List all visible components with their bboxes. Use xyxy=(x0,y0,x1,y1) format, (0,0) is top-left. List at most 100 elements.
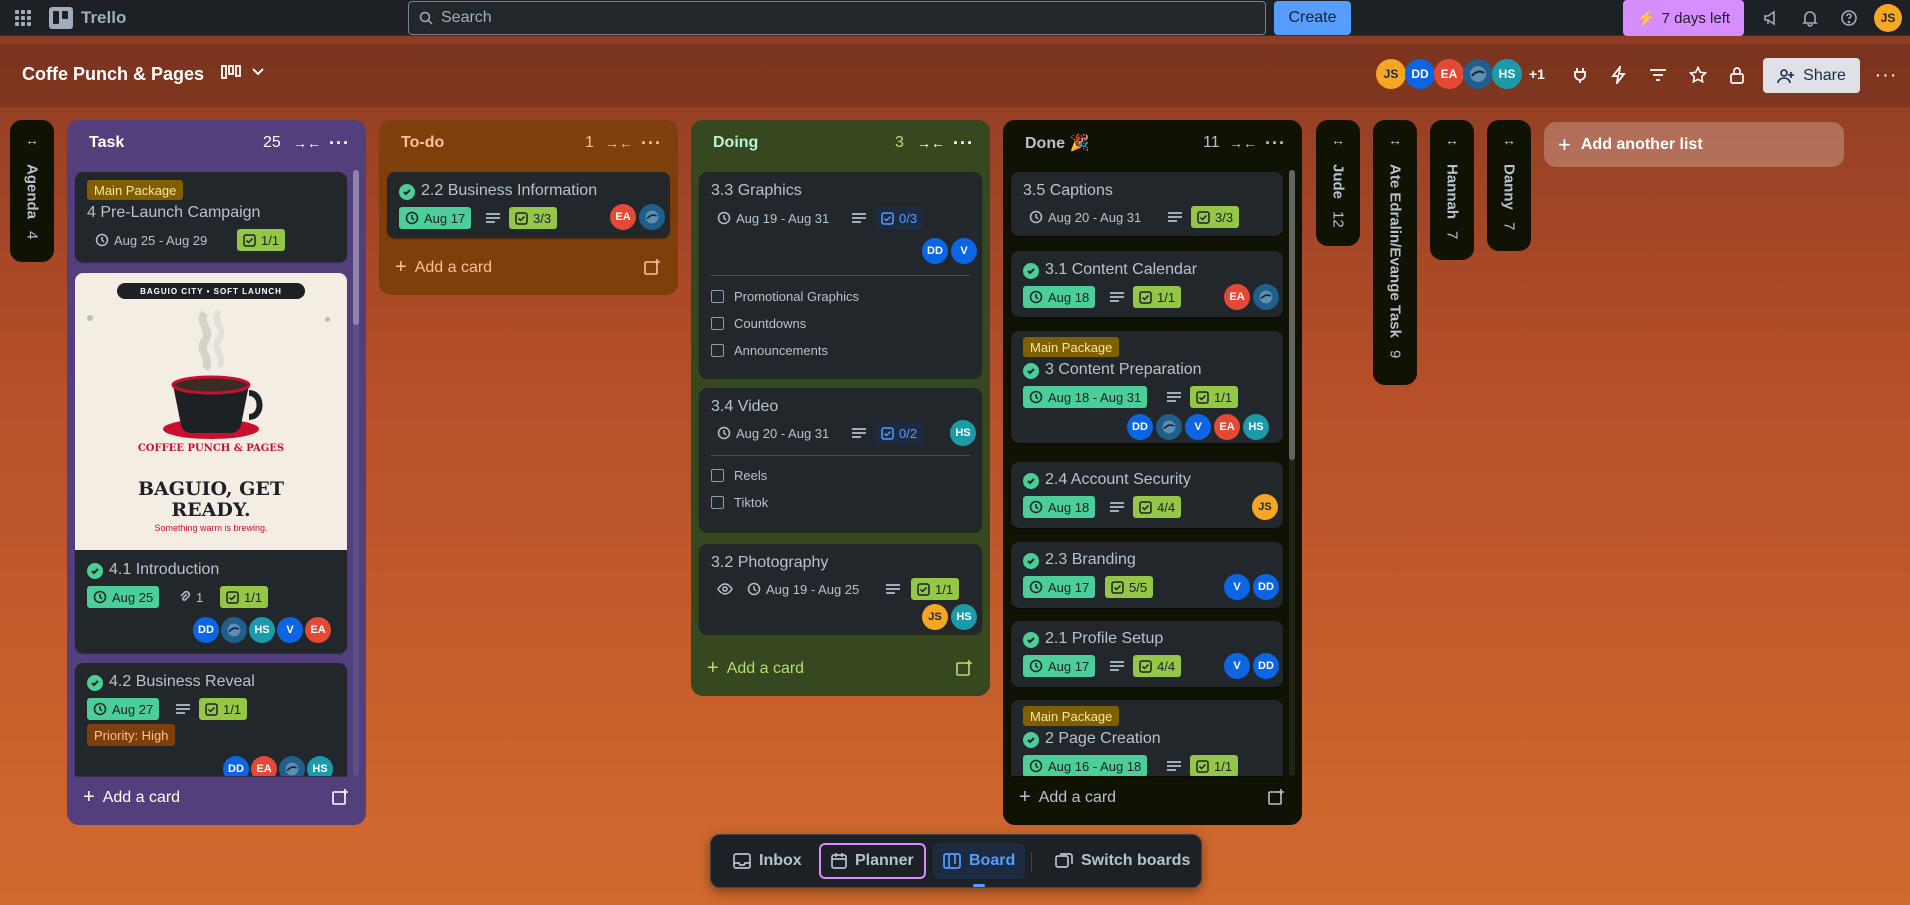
member-avatar[interactable]: HS xyxy=(307,756,333,776)
checkbox-icon[interactable] xyxy=(711,344,724,357)
trial-button[interactable]: ⚡ 7 days left xyxy=(1623,0,1744,36)
member-avatar[interactable]: HS xyxy=(951,604,977,630)
list-menu-icon[interactable]: ··· xyxy=(641,133,662,154)
member-avatar-photo[interactable] xyxy=(279,756,305,776)
list-menu-icon[interactable]: ··· xyxy=(329,133,350,154)
more-icon[interactable]: ··· xyxy=(1875,64,1897,86)
checklist-item[interactable]: Tiktok xyxy=(711,495,768,510)
member-avatar[interactable]: JS xyxy=(1376,59,1406,89)
member-avatar[interactable]: V xyxy=(1224,653,1250,679)
member-avatar-photo[interactable] xyxy=(1463,59,1493,89)
card-graphics[interactable]: 3.3 Graphics Aug 19 - Aug 31 0/3 DD V Pr… xyxy=(699,172,982,378)
expand-icon[interactable]: ↔ xyxy=(10,132,54,148)
member-avatar-photo[interactable] xyxy=(221,617,247,643)
board-title[interactable]: Coffe Punch & Pages xyxy=(22,64,204,85)
card-branding[interactable]: 2.3 Branding Aug 17 5/5 V DD xyxy=(1011,542,1283,608)
card-content-calendar[interactable]: 3.1 Content Calendar Aug 18 1/1 EA xyxy=(1011,251,1283,317)
checklist-item[interactable]: Promotional Graphics xyxy=(711,289,859,304)
expand-icon[interactable]: ↔ xyxy=(1487,132,1531,148)
create-from-template-icon[interactable] xyxy=(331,788,349,806)
share-button[interactable]: Share xyxy=(1763,58,1860,93)
automation-icon[interactable] xyxy=(1609,65,1629,85)
collapse-icon[interactable]: →← xyxy=(917,135,945,151)
collapsed-list-agenda[interactable]: ↔ Agenda 4 xyxy=(10,120,54,262)
member-avatar[interactable]: V xyxy=(1224,574,1250,600)
user-avatar[interactable]: JS xyxy=(1874,4,1902,32)
member-avatar[interactable]: EA xyxy=(1224,284,1250,310)
member-avatar[interactable]: DD xyxy=(223,756,249,776)
view-switcher[interactable] xyxy=(221,64,265,80)
add-card-button[interactable]: + Add a card xyxy=(395,256,492,279)
add-list-button[interactable]: + Add another list xyxy=(1544,122,1844,167)
expand-icon[interactable]: ↔ xyxy=(1373,132,1417,148)
card-page-creation[interactable]: Main Package 2 Page Creation Aug 16 - Au… xyxy=(1011,700,1283,776)
member-avatar[interactable]: V xyxy=(951,238,977,264)
list-menu-icon[interactable]: ··· xyxy=(953,133,974,154)
member-avatar[interactable]: DD xyxy=(1253,653,1279,679)
list-scrollbar[interactable] xyxy=(1289,170,1295,776)
megaphone-icon[interactable] xyxy=(1761,8,1781,28)
card-captions[interactable]: 3.5 Captions Aug 20 - Aug 31 3/3 xyxy=(1011,172,1283,236)
checklist-item[interactable]: Countdowns xyxy=(711,316,806,331)
extra-members-count[interactable]: +1 xyxy=(1529,66,1545,82)
member-avatar[interactable]: HS xyxy=(249,617,275,643)
lock-icon[interactable] xyxy=(1727,65,1747,85)
board-button[interactable]: Board xyxy=(933,843,1026,879)
collapsed-list-ate-edralin[interactable]: ↔ Ate Edralin/Evange Task 9 xyxy=(1373,120,1417,385)
add-card-button[interactable]: + Add a card xyxy=(1019,786,1116,809)
trello-logo[interactable]: Trello xyxy=(49,7,126,29)
list-scrollbar[interactable] xyxy=(353,170,359,776)
expand-icon[interactable]: ↔ xyxy=(1430,132,1474,148)
board-members[interactable]: JS DD EA HS +1 xyxy=(1376,59,1545,89)
card-business-information[interactable]: 2.2 Business Information Aug 17 3/3 EA xyxy=(387,172,670,238)
create-from-template-icon[interactable] xyxy=(643,258,661,276)
member-avatar[interactable]: EA xyxy=(1214,414,1240,440)
member-avatar[interactable]: HS xyxy=(1243,414,1269,440)
card-profile-setup[interactable]: 2.1 Profile Setup Aug 17 4/4 V DD xyxy=(1011,621,1283,687)
create-button[interactable]: Create xyxy=(1274,1,1351,35)
star-icon[interactable] xyxy=(1688,65,1708,85)
member-avatar[interactable]: DD xyxy=(193,617,219,643)
card-content-preparation[interactable]: Main Package 3 Content Preparation Aug 1… xyxy=(1011,331,1283,443)
member-avatar[interactable]: EA xyxy=(305,617,331,643)
card-introduction[interactable]: BAGUIO CITY • SOFT LAUNCH COFFEE PUNCH &… xyxy=(75,273,347,653)
list-title[interactable]: Doing xyxy=(713,134,758,152)
member-avatar[interactable]: JS xyxy=(1252,494,1278,520)
checkbox-icon[interactable] xyxy=(711,317,724,330)
member-avatar-photo[interactable] xyxy=(1253,284,1279,310)
member-avatar[interactable]: EA xyxy=(610,204,636,230)
card-business-reveal[interactable]: 4.2 Business Reveal Aug 27 1/1 Priority:… xyxy=(75,663,347,776)
collapse-icon[interactable]: →← xyxy=(605,135,633,151)
create-from-template-icon[interactable] xyxy=(955,659,973,677)
switch-boards-button[interactable]: Switch boards xyxy=(1045,843,1200,879)
card-photography[interactable]: 3.2 Photography Aug 19 - Aug 25 1/1 JS H… xyxy=(699,544,982,634)
list-title[interactable]: To-do xyxy=(401,134,444,152)
member-avatar[interactable]: DD xyxy=(1253,574,1279,600)
member-avatar[interactable]: V xyxy=(277,617,303,643)
member-avatar[interactable]: EA xyxy=(1434,59,1464,89)
bell-icon[interactable] xyxy=(1800,8,1820,28)
member-avatar-photo[interactable] xyxy=(1156,414,1182,440)
checklist-item[interactable]: Announcements xyxy=(711,343,828,358)
collapsed-list-danny[interactable]: ↔ Danny 7 xyxy=(1487,120,1531,251)
collapse-icon[interactable]: →← xyxy=(293,135,321,151)
member-avatar[interactable]: EA xyxy=(251,756,277,776)
card-pre-launch-campaign[interactable]: Main Package 4 Pre-Launch Campaign Aug 2… xyxy=(75,172,347,262)
member-avatar[interactable]: DD xyxy=(1405,59,1435,89)
search-input[interactable]: Search xyxy=(408,1,1266,35)
planner-button[interactable]: Planner xyxy=(819,843,926,879)
checklist-item[interactable]: Reels xyxy=(711,468,767,483)
member-avatar[interactable]: HS xyxy=(950,420,976,446)
inbox-button[interactable]: Inbox xyxy=(723,843,812,879)
add-card-button[interactable]: + Add a card xyxy=(83,786,180,809)
collapse-icon[interactable]: →← xyxy=(1229,135,1257,151)
expand-icon[interactable]: ↔ xyxy=(1316,132,1360,148)
checkbox-icon[interactable] xyxy=(711,469,724,482)
create-from-template-icon[interactable] xyxy=(1267,788,1285,806)
add-card-button[interactable]: + Add a card xyxy=(707,657,804,680)
member-avatar[interactable]: DD xyxy=(1127,414,1153,440)
card-video[interactable]: 3.4 Video Aug 20 - Aug 31 0/2 HS Reels T… xyxy=(699,388,982,532)
checkbox-icon[interactable] xyxy=(711,290,724,303)
list-title[interactable]: Done 🎉 xyxy=(1025,133,1089,153)
help-icon[interactable] xyxy=(1839,8,1859,28)
